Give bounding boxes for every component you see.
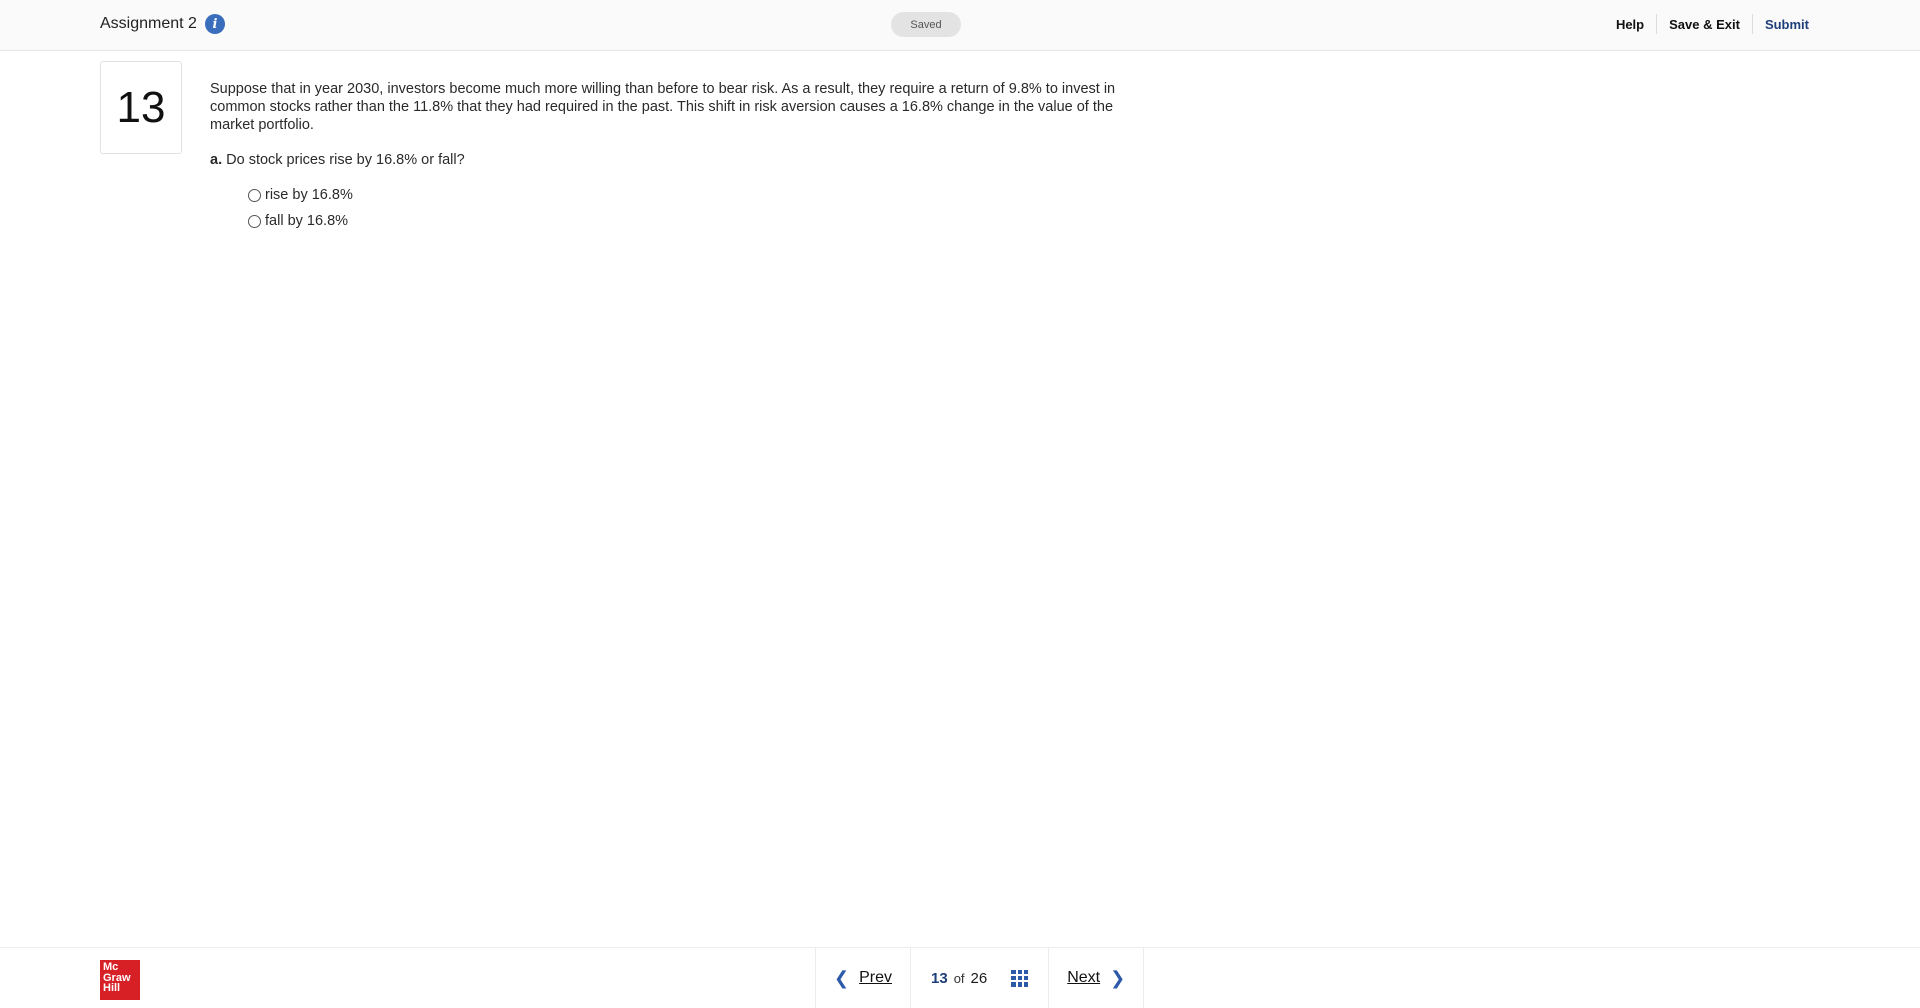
submit-button[interactable]: Submit — [1753, 15, 1809, 34]
current-page: 13 — [931, 969, 948, 987]
info-icon[interactable]: i — [204, 14, 225, 34]
question-number: 13 — [100, 61, 182, 154]
assignment-title: Assignment 2 — [100, 15, 197, 32]
question-pager: ❮ Prev 13 of 26 Next ❯ — [815, 948, 1145, 1008]
question-body: Suppose that in year 2030, investors bec… — [210, 80, 1140, 234]
page-indicator: 13 of 26 — [910, 948, 1050, 1008]
mcgraw-hill-logo: Mc Graw Hill — [100, 960, 140, 1000]
prev-button[interactable]: ❮ Prev — [816, 948, 910, 1008]
radio-button[interactable] — [248, 214, 261, 228]
next-label: Next — [1067, 969, 1101, 986]
logo-line: Mc — [103, 961, 119, 973]
saved-status-badge: Saved — [891, 12, 961, 37]
assignment-title-group: Assignment 2 i — [100, 14, 225, 34]
option-rise[interactable]: rise by 16.8% — [248, 182, 1140, 208]
answer-options: rise by 16.8% fall by 16.8% — [248, 182, 1140, 234]
next-button[interactable]: Next ❯ — [1049, 948, 1143, 1008]
total-pages: 26 — [970, 969, 988, 987]
logo-line: Hill — [103, 982, 121, 994]
grid-icon[interactable] — [1011, 969, 1029, 987]
help-button[interactable]: Help — [1604, 15, 1656, 34]
of-label: of — [953, 970, 965, 986]
question-part-a: a. Do stock prices rise by 16.8% or fall… — [210, 152, 1140, 168]
part-label: a. — [210, 152, 223, 168]
header-actions: Help Save & Exit Submit — [1604, 14, 1809, 34]
footer-bar: Mc Graw Hill ❮ Prev 13 of 26 Next ❯ — [0, 947, 1920, 1008]
chevron-right-icon: ❯ — [1110, 967, 1126, 988]
part-text: Do stock prices rise by 16.8% or fall? — [226, 152, 465, 168]
save-exit-button[interactable]: Save & Exit — [1657, 15, 1752, 34]
option-label: rise by 16.8% — [265, 187, 353, 203]
question-prompt: Suppose that in year 2030, investors bec… — [210, 81, 1116, 133]
prev-label: Prev — [859, 969, 892, 986]
radio-button[interactable] — [248, 188, 261, 202]
top-header: Assignment 2 i Saved Help Save & Exit Su… — [0, 0, 1920, 51]
option-fall[interactable]: fall by 16.8% — [248, 208, 1140, 234]
chevron-left-icon: ❮ — [834, 967, 850, 988]
option-label: fall by 16.8% — [265, 213, 349, 229]
